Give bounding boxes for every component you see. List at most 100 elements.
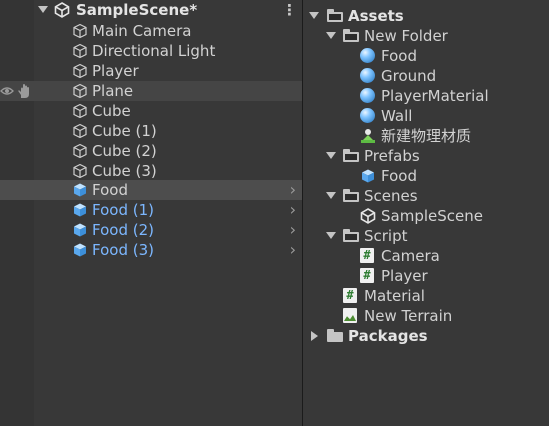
asset-script-material[interactable]: # Material [303,286,549,306]
expand-arrow-icon[interactable] [309,12,319,19]
unity-scene-icon [54,2,70,18]
asset-label: SampleScene [381,207,483,225]
folder-open-icon [343,29,359,42]
folder-packages[interactable]: Packages [303,326,549,346]
cs-script-icon: # [360,268,374,283]
chevron-right-icon[interactable]: › [290,220,296,240]
folder-label: Prefabs [364,147,420,165]
asset-label: Material [364,287,425,305]
asset-label: Food [381,167,417,185]
hierarchy-item-food[interactable]: Food › [0,180,302,200]
expand-arrow-icon[interactable] [326,232,336,239]
blue-cube-icon [74,183,86,197]
folder-open-icon [343,189,359,202]
terrain-icon [343,308,357,323]
hierarchy-item-main-camera[interactable]: Main Camera [0,21,302,41]
hierarchy-item-cube[interactable]: Cube [0,101,302,121]
hierarchy-item-label: Player [92,62,139,80]
asset-material-playermaterial[interactable]: PlayerMaterial [303,86,549,106]
folder-prefabs[interactable]: Prefabs [303,146,549,166]
hierarchy-item-cube-3[interactable]: Cube (3) [0,161,302,181]
hierarchy-item-label: Cube (1) [92,122,157,140]
asset-label: Player [381,267,428,285]
cube-outline-icon [73,163,87,179]
expand-arrow-icon[interactable] [326,152,336,159]
hierarchy-item-food-1[interactable]: Food (1) › [0,200,302,220]
expand-arrow-icon[interactable] [326,32,336,39]
folder-assets[interactable]: Assets [303,6,549,26]
blue-cube-icon [74,223,86,237]
folder-label: Scenes [364,187,418,205]
folder-new-folder[interactable]: New Folder [303,26,549,46]
hierarchy-item-food-3[interactable]: Food (3) › [0,240,302,260]
sphere-icon [360,88,375,103]
folder-open-icon [343,229,359,242]
hierarchy-item-label: Food (1) [92,201,154,219]
chevron-right-icon[interactable]: › [290,180,296,200]
physics-material-icon [361,129,375,143]
hierarchy-item-player[interactable]: Player [0,61,302,81]
cube-outline-icon [73,83,87,99]
asset-material-ground[interactable]: Ground [303,66,549,86]
cube-outline-icon [73,63,87,79]
asset-prefab-food[interactable]: Food [303,166,549,186]
cs-script-icon: # [360,248,374,263]
cube-outline-icon [73,43,87,59]
cube-outline-icon [73,143,87,159]
expand-arrow-icon[interactable] [326,192,336,199]
hierarchy-item-cube-1[interactable]: Cube (1) [0,121,302,141]
asset-label: New Terrain [364,307,453,325]
hierarchy-item-label: Food (2) [92,221,154,239]
asset-label: PlayerMaterial [381,87,489,105]
folder-label: Assets [348,7,404,25]
folder-label: New Folder [364,27,448,45]
folder-open-icon [327,9,343,22]
hierarchy-item-label: Main Camera [92,22,192,40]
project-panel: Assets New Folder Food Ground PlayerMate… [303,0,549,426]
asset-label: 新建物理材质 [381,127,472,145]
asset-scene-samplescene[interactable]: SampleScene [303,206,549,226]
cs-script-icon: # [343,288,357,303]
sphere-icon [360,108,375,123]
blue-cube-icon [74,243,86,257]
hierarchy-item-label: Cube (3) [92,162,157,180]
hierarchy-item-label: Food [92,181,128,199]
blue-cube-icon [74,203,86,217]
asset-label: Food [381,47,417,65]
hierarchy-item-food-2[interactable]: Food (2) › [0,220,302,240]
hierarchy-panel: SampleScene* ⋮ Main Camera Directional L… [0,0,302,426]
scene-name: SampleScene* [76,1,198,19]
expand-arrow-icon[interactable] [38,6,48,13]
hierarchy-item-label: Plane [92,82,134,100]
folder-open-icon [343,149,359,162]
folder-icon [327,329,343,342]
eye-icon[interactable] [0,85,14,97]
chevron-right-icon[interactable]: › [290,240,296,260]
chevron-right-icon[interactable]: › [290,200,296,220]
unity-logo-icon [360,208,376,224]
asset-new-terrain[interactable]: New Terrain [303,306,549,326]
sphere-icon [360,68,375,83]
hierarchy-item-label: Directional Light [92,42,216,60]
hierarchy-item-label: Cube (2) [92,142,157,160]
hierarchy-menu-icon[interactable]: ⋮ [282,0,297,20]
asset-material-wall[interactable]: Wall [303,106,549,126]
folder-scenes[interactable]: Scenes [303,186,549,206]
asset-script-camera[interactable]: # Camera [303,246,549,266]
blue-cube-icon [362,169,374,183]
asset-script-player[interactable]: # Player [303,266,549,286]
hierarchy-item-plane[interactable]: Plane [0,81,302,101]
collapse-arrow-icon[interactable] [311,331,318,341]
hierarchy-item-directional-light[interactable]: Directional Light [0,41,302,61]
asset-physics-material[interactable]: 新建物理材质 [303,126,549,146]
asset-material-food[interactable]: Food [303,46,549,66]
asset-label: Ground [381,67,437,85]
hierarchy-item-label: Food (3) [92,241,154,259]
hierarchy-item-cube-2[interactable]: Cube (2) [0,141,302,161]
folder-label: Packages [348,327,428,345]
hand-icon[interactable] [17,83,31,99]
asset-label: Camera [381,247,440,265]
scene-root-row[interactable]: SampleScene* ⋮ [0,0,302,20]
cube-outline-icon [73,23,87,39]
folder-script[interactable]: Script [303,226,549,246]
